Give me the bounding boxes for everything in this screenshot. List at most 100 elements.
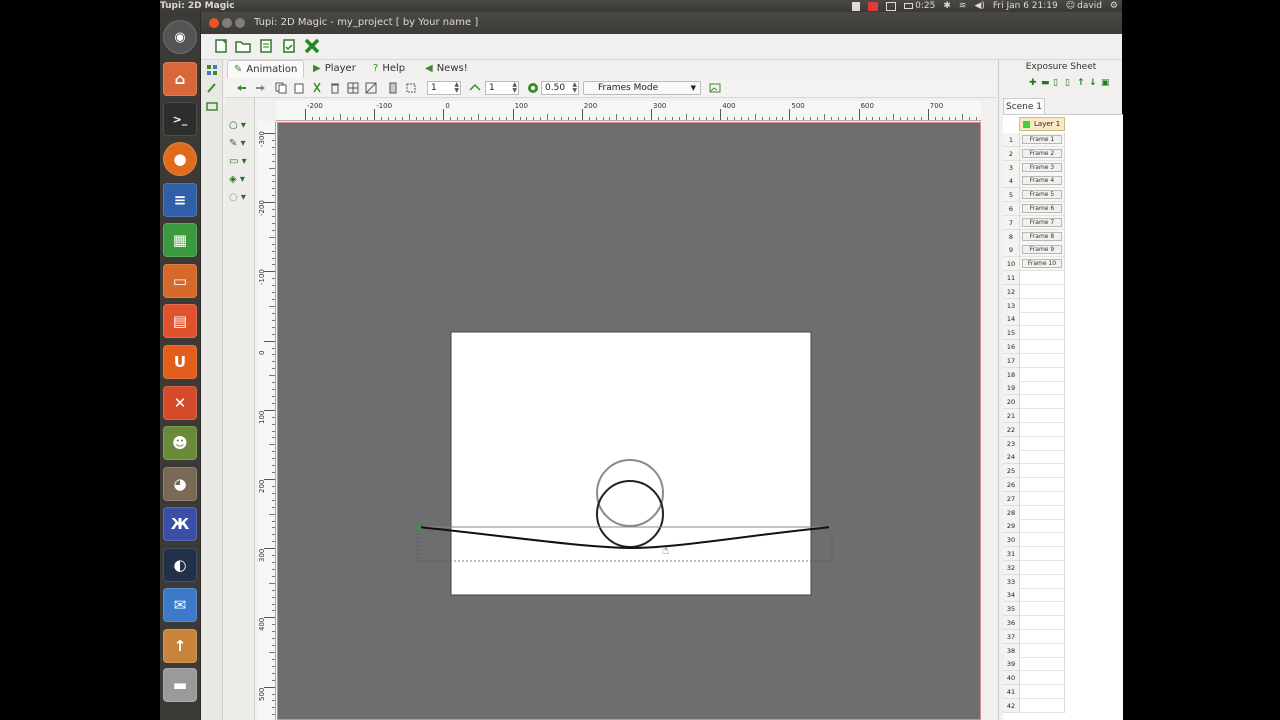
- empty-frame-cell[interactable]: [1019, 685, 1065, 699]
- drawing-canvas-area[interactable]: ☝: [277, 122, 981, 720]
- group-icon[interactable]: [387, 82, 399, 94]
- empty-frame-cell[interactable]: [1019, 657, 1065, 672]
- frame-cell[interactable]: Frame 4: [1019, 174, 1065, 189]
- user-menu[interactable]: ☺ david: [1066, 0, 1102, 12]
- firefox-icon[interactable]: ●: [163, 142, 197, 176]
- pencil-tool[interactable]: ✎ ▾: [229, 138, 251, 150]
- character-icon[interactable]: ☻: [163, 426, 197, 460]
- clock[interactable]: Fri Jan 6 21:19: [993, 0, 1058, 12]
- volume-icon[interactable]: ◀): [974, 0, 984, 12]
- shape-tool[interactable]: ○ ▾: [229, 120, 251, 132]
- canvas-page[interactable]: [450, 331, 812, 596]
- mail-icon[interactable]: [886, 1, 897, 11]
- scanner-icon[interactable]: ▬: [163, 668, 197, 702]
- empty-frame-cell[interactable]: [1019, 450, 1065, 465]
- move-up-icon[interactable]: ↑: [1077, 78, 1086, 88]
- empty-frame-cell[interactable]: [1019, 602, 1065, 617]
- brush-panel-icon[interactable]: [206, 82, 218, 94]
- fill-tool[interactable]: ▭ ▾: [229, 156, 251, 168]
- redo-icon[interactable]: [255, 82, 267, 94]
- empty-frame-cell[interactable]: [1019, 547, 1065, 561]
- library-icon[interactable]: [206, 100, 218, 112]
- spin-arrows-icon[interactable]: ▲ ▼: [512, 82, 517, 94]
- bluetooth-icon[interactable]: ✱: [943, 0, 951, 12]
- system-settings-icon[interactable]: ✕: [163, 386, 197, 420]
- maximize-window-button[interactable]: [235, 18, 245, 28]
- frame-cell[interactable]: Frame 10: [1019, 257, 1065, 272]
- frame-cell[interactable]: Frame 2: [1019, 146, 1065, 161]
- writer-icon[interactable]: ≡: [163, 183, 197, 217]
- empty-frame-cell[interactable]: [1019, 436, 1065, 451]
- undo-icon[interactable]: [235, 82, 247, 94]
- empty-frame-cell[interactable]: [1019, 560, 1065, 575]
- calc-icon[interactable]: ▦: [163, 223, 197, 257]
- empty-frame-cell[interactable]: [1019, 519, 1065, 534]
- frame-cell[interactable]: Frame 8: [1019, 229, 1065, 244]
- empty-frame-cell[interactable]: [1019, 367, 1065, 382]
- delete-icon[interactable]: [329, 82, 341, 94]
- empty-frame-cell[interactable]: [1019, 671, 1065, 686]
- frame-cell[interactable]: Frame 5: [1019, 188, 1065, 203]
- paste-icon[interactable]: [293, 82, 305, 94]
- empty-frame-cell[interactable]: [1019, 422, 1065, 437]
- move-down-icon[interactable]: ↓: [1089, 78, 1098, 88]
- title-bar[interactable]: Tupi: 2D Magic - my_project [ by Your na…: [201, 12, 1122, 34]
- software-center-icon[interactable]: ▤: [163, 304, 197, 338]
- blue-app-icon[interactable]: Ж: [163, 507, 197, 541]
- layer-visibility-icon[interactable]: [1023, 121, 1030, 128]
- empty-frame-cell[interactable]: [1019, 464, 1065, 479]
- lock-icon[interactable]: ▣: [1101, 78, 1110, 88]
- frame-cell[interactable]: Frame 9: [1019, 243, 1065, 258]
- save-as-icon[interactable]: [281, 38, 297, 54]
- grid-icon[interactable]: [347, 82, 359, 94]
- empty-frame-cell[interactable]: [1019, 574, 1065, 589]
- frame-spinbox[interactable]: 1 ▲ ▼: [427, 81, 461, 95]
- thunderbird-icon[interactable]: ✉: [163, 588, 197, 622]
- tab-animation[interactable]: ✎ Animation: [227, 60, 305, 78]
- export-image-icon[interactable]: [709, 82, 721, 94]
- empty-frame-cell[interactable]: [1019, 326, 1065, 341]
- gear-icon[interactable]: ⚙: [1110, 0, 1118, 12]
- add-frame-icon[interactable]: ▯: [1053, 78, 1062, 88]
- copy-icon[interactable]: [275, 82, 287, 94]
- frame-cell[interactable]: Frame 3: [1019, 160, 1065, 175]
- empty-frame-cell[interactable]: [1019, 409, 1065, 423]
- spin-arrows-icon[interactable]: ▲ ▼: [454, 82, 459, 94]
- update-manager-icon[interactable]: ↑: [163, 629, 197, 663]
- safe-area-icon[interactable]: [365, 82, 377, 94]
- remove-layer-icon[interactable]: ▬: [1041, 78, 1050, 88]
- opacity-spinbox[interactable]: 0.50 ▲ ▼: [541, 81, 579, 95]
- frame-cell[interactable]: Frame 6: [1019, 202, 1065, 216]
- dark-app-icon[interactable]: ◐: [163, 548, 197, 582]
- empty-frame-cell[interactable]: [1019, 298, 1065, 313]
- new-project-icon[interactable]: [213, 38, 229, 54]
- add-layer-icon[interactable]: ✚: [1029, 78, 1038, 88]
- impress-icon[interactable]: ▭: [163, 264, 197, 298]
- close-window-button[interactable]: [209, 18, 219, 28]
- onion-skin-icon[interactable]: [469, 82, 481, 94]
- terminal-icon[interactable]: >_: [163, 102, 197, 136]
- tween-tool[interactable]: ◌ ▾: [229, 192, 251, 204]
- selection-tool[interactable]: ◈ ▾: [229, 174, 251, 186]
- canvas-drawing[interactable]: ☝: [278, 123, 981, 720]
- cut-icon[interactable]: [311, 82, 323, 94]
- empty-frame-cell[interactable]: [1019, 312, 1065, 327]
- mode-select[interactable]: Frames Mode ▼: [583, 81, 701, 95]
- record-icon[interactable]: [868, 1, 879, 11]
- gimp-icon[interactable]: ◕: [163, 467, 197, 501]
- save-icon[interactable]: [258, 38, 274, 54]
- ubuntu-one-icon[interactable]: U: [163, 345, 197, 379]
- control-node-right[interactable]: [829, 525, 834, 530]
- empty-frame-cell[interactable]: [1019, 381, 1065, 396]
- open-folder-icon[interactable]: [235, 38, 251, 54]
- frame-cell[interactable]: Frame 7: [1019, 215, 1065, 230]
- tab-player[interactable]: ▶ Player: [307, 60, 362, 78]
- battery-status[interactable]: 0:25: [904, 0, 935, 12]
- tab-news[interactable]: ◀ News!: [419, 60, 474, 78]
- wifi-icon[interactable]: ≋: [959, 0, 967, 12]
- empty-frame-cell[interactable]: [1019, 395, 1065, 410]
- layer-header[interactable]: Layer 1: [1019, 117, 1065, 131]
- palette-icon[interactable]: [206, 64, 218, 76]
- empty-frame-cell[interactable]: [1019, 629, 1065, 644]
- empty-frame-cell[interactable]: [1019, 616, 1065, 630]
